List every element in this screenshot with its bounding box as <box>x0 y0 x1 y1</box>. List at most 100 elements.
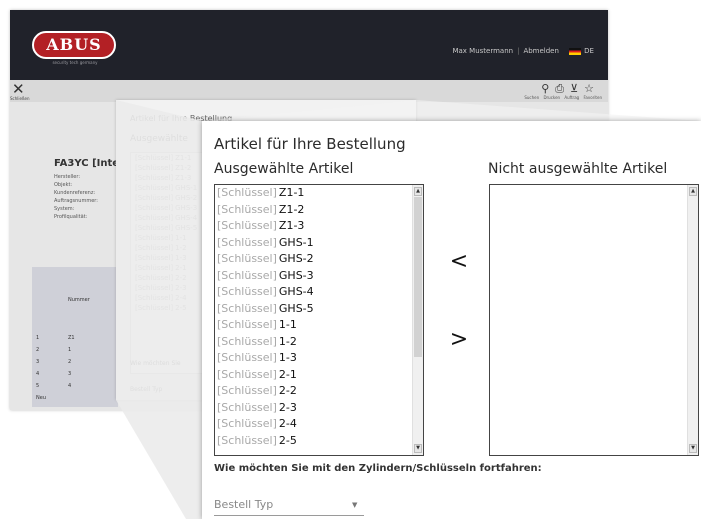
scroll-down-icon[interactable]: ▼ <box>414 444 422 453</box>
app-toolbar: ✕ Schließen ⚲⎙⊻☆ Suchen Drucken Auftrag … <box>10 80 608 102</box>
item-code: 2-2 <box>175 274 187 282</box>
order-type-placeholder: Bestell Typ <box>214 498 274 511</box>
list-item[interactable]: [Schlüssel] GHS-1 <box>215 235 423 252</box>
selected-articles-heading: Ausgewählte Artikel <box>214 161 354 177</box>
item-code: Z1-1 <box>278 186 305 199</box>
item-code: 2-5 <box>278 433 297 447</box>
selected-list-scrollbar[interactable]: ▲ ▼ <box>412 185 423 455</box>
background-list-item: [Schlüssel] GHS-1 <box>131 183 211 193</box>
separator: | <box>517 47 520 55</box>
item-code: Z1-1 <box>175 154 192 162</box>
list-item[interactable]: [Schlüssel] 2-2 <box>215 383 423 400</box>
item-kind: [Schlüssel] <box>217 400 277 414</box>
print-icon[interactable]: ⎙ <box>555 82 570 95</box>
table-header: Nummer <box>68 297 90 303</box>
background-list-item: [Schlüssel] GHS-2 <box>131 193 211 203</box>
item-code: 2-4 <box>278 417 297 430</box>
table-row-num: 3 <box>36 359 40 365</box>
cart-icon[interactable]: ⊻ <box>570 82 584 95</box>
field-label: Hersteller: <box>54 174 81 180</box>
item-kind: [Schlüssel] <box>135 174 174 182</box>
move-to-selected-button[interactable]: < <box>446 248 472 276</box>
item-kind: [Schlüssel] <box>217 384 277 397</box>
logo-tagline: security tech germany <box>52 60 98 65</box>
toolbar-action-print: Drucken <box>543 95 561 100</box>
item-kind: [Schlüssel] <box>135 234 174 242</box>
list-item[interactable]: [Schlüssel] 2-4 <box>215 416 423 433</box>
item-code: 2-5 <box>175 304 187 312</box>
list-item[interactable]: [Schlüssel] GHS-4 <box>215 284 423 301</box>
scroll-down-icon[interactable]: ▼ <box>689 444 697 453</box>
list-item[interactable]: [Schlüssel] 2-1 <box>215 367 423 384</box>
item-code: Z1-2 <box>278 202 305 216</box>
item-kind: [Schlüssel] <box>135 304 174 312</box>
abus-logo: ABUS <box>32 31 116 59</box>
table-footer: Neu <box>36 395 46 401</box>
user-area: Max Mustermann | Abmelden DE <box>452 47 594 55</box>
item-code: 2-1 <box>278 367 297 381</box>
item-code: GHS-1 <box>175 184 198 192</box>
list-item[interactable]: [Schlüssel] GHS-2 <box>215 251 423 268</box>
toolbar-action-favorites: Favoriten <box>583 95 602 100</box>
selected-articles-list[interactable]: [Schlüssel] Z1-1 [Schlüssel] Z1-2 [Schlüssel… <box>214 184 424 456</box>
item-kind: [Schlüssel] <box>217 285 277 298</box>
star-icon[interactable]: ☆ <box>584 82 600 95</box>
item-kind: [Schlüssel] <box>217 219 277 232</box>
order-type-select[interactable]: Bestell Typ ▼ <box>214 495 364 516</box>
table-row-val: 2 <box>68 359 72 365</box>
field-label: Kundenreferenz: <box>54 190 96 196</box>
unselected-list-scrollbar[interactable]: ▲ ▼ <box>687 185 698 455</box>
table-row-val: Z1 <box>68 335 75 341</box>
field-label: System: <box>54 206 75 212</box>
item-code: GHS-2 <box>175 194 198 202</box>
list-item[interactable]: [Schlüssel] GHS-3 <box>215 268 423 285</box>
language-code: DE <box>584 47 594 55</box>
item-code: 1-2 <box>175 244 187 252</box>
item-kind: [Schlüssel] <box>135 274 174 282</box>
item-code: GHS-5 <box>175 224 198 232</box>
item-code: 1-3 <box>278 351 297 364</box>
app-header: ABUS security tech germany Max Musterman… <box>10 10 608 80</box>
background-list-item: [Schlüssel] 2-1 <box>131 263 211 273</box>
list-item[interactable]: [Schlüssel] Z1-2 <box>215 202 423 219</box>
list-item[interactable]: [Schlüssel] Z1-1 <box>215 185 423 202</box>
item-code: 1-1 <box>175 234 187 242</box>
table-row-num: 2 <box>36 347 40 353</box>
cylinder-table: Nummer 1 Z1 2 1 3 2 4 3 5 4 Neu <box>32 267 118 407</box>
unselected-articles-list[interactable]: ▲ ▼ <box>489 184 699 456</box>
item-kind: [Schlüssel] <box>135 154 174 162</box>
scrollbar-thumb[interactable] <box>414 197 422 357</box>
table-row-num: 4 <box>36 371 40 377</box>
item-kind: [Schlüssel] <box>135 224 174 232</box>
list-item[interactable]: [Schlüssel] 1-1 <box>215 317 423 334</box>
list-item[interactable]: [Schlüssel] 2-3 <box>215 400 423 417</box>
list-item[interactable]: [Schlüssel] 2-5 <box>215 433 423 450</box>
background-list-item: [Schlüssel] 2-5 <box>131 303 211 313</box>
field-label: Profilqualität: <box>54 214 88 220</box>
background-list-item: [Schlüssel] 1-1 <box>131 233 211 243</box>
scroll-up-icon[interactable]: ▲ <box>689 187 697 196</box>
list-item[interactable]: [Schlüssel] Z1-3 <box>215 218 423 235</box>
move-to-unselected-button[interactable]: > <box>446 326 472 354</box>
item-kind: [Schlüssel] <box>135 184 174 192</box>
background-list-item: [Schlüssel] 2-3 <box>131 283 211 293</box>
scroll-up-icon[interactable]: ▲ <box>414 187 422 196</box>
item-kind: [Schlüssel] <box>217 202 277 216</box>
table-row-num: 5 <box>36 383 40 389</box>
item-kind: [Schlüssel] <box>135 204 174 212</box>
list-item[interactable]: [Schlüssel] 1-3 <box>215 350 423 367</box>
logout-link[interactable]: Abmelden <box>523 47 559 55</box>
list-item[interactable]: [Schlüssel] 1-2 <box>215 334 423 351</box>
background-list-item: [Schlüssel] Z1-3 <box>131 173 211 183</box>
field-label: Objekt: <box>54 182 73 188</box>
table-row-val: 3 <box>68 371 72 377</box>
language-switch[interactable]: DE <box>569 47 594 55</box>
background-list-item: [Schlüssel] GHS-4 <box>131 213 211 223</box>
unselected-articles-heading: Nicht ausgewählte Artikel <box>488 161 668 177</box>
search-icon[interactable]: ⚲ <box>541 82 555 95</box>
list-item[interactable]: [Schlüssel] GHS-5 <box>215 301 423 318</box>
item-code: GHS-2 <box>278 252 314 265</box>
user-name[interactable]: Max Mustermann <box>452 47 513 55</box>
table-row-num: 1 <box>36 335 40 341</box>
item-kind: [Schlüssel] <box>217 367 277 381</box>
